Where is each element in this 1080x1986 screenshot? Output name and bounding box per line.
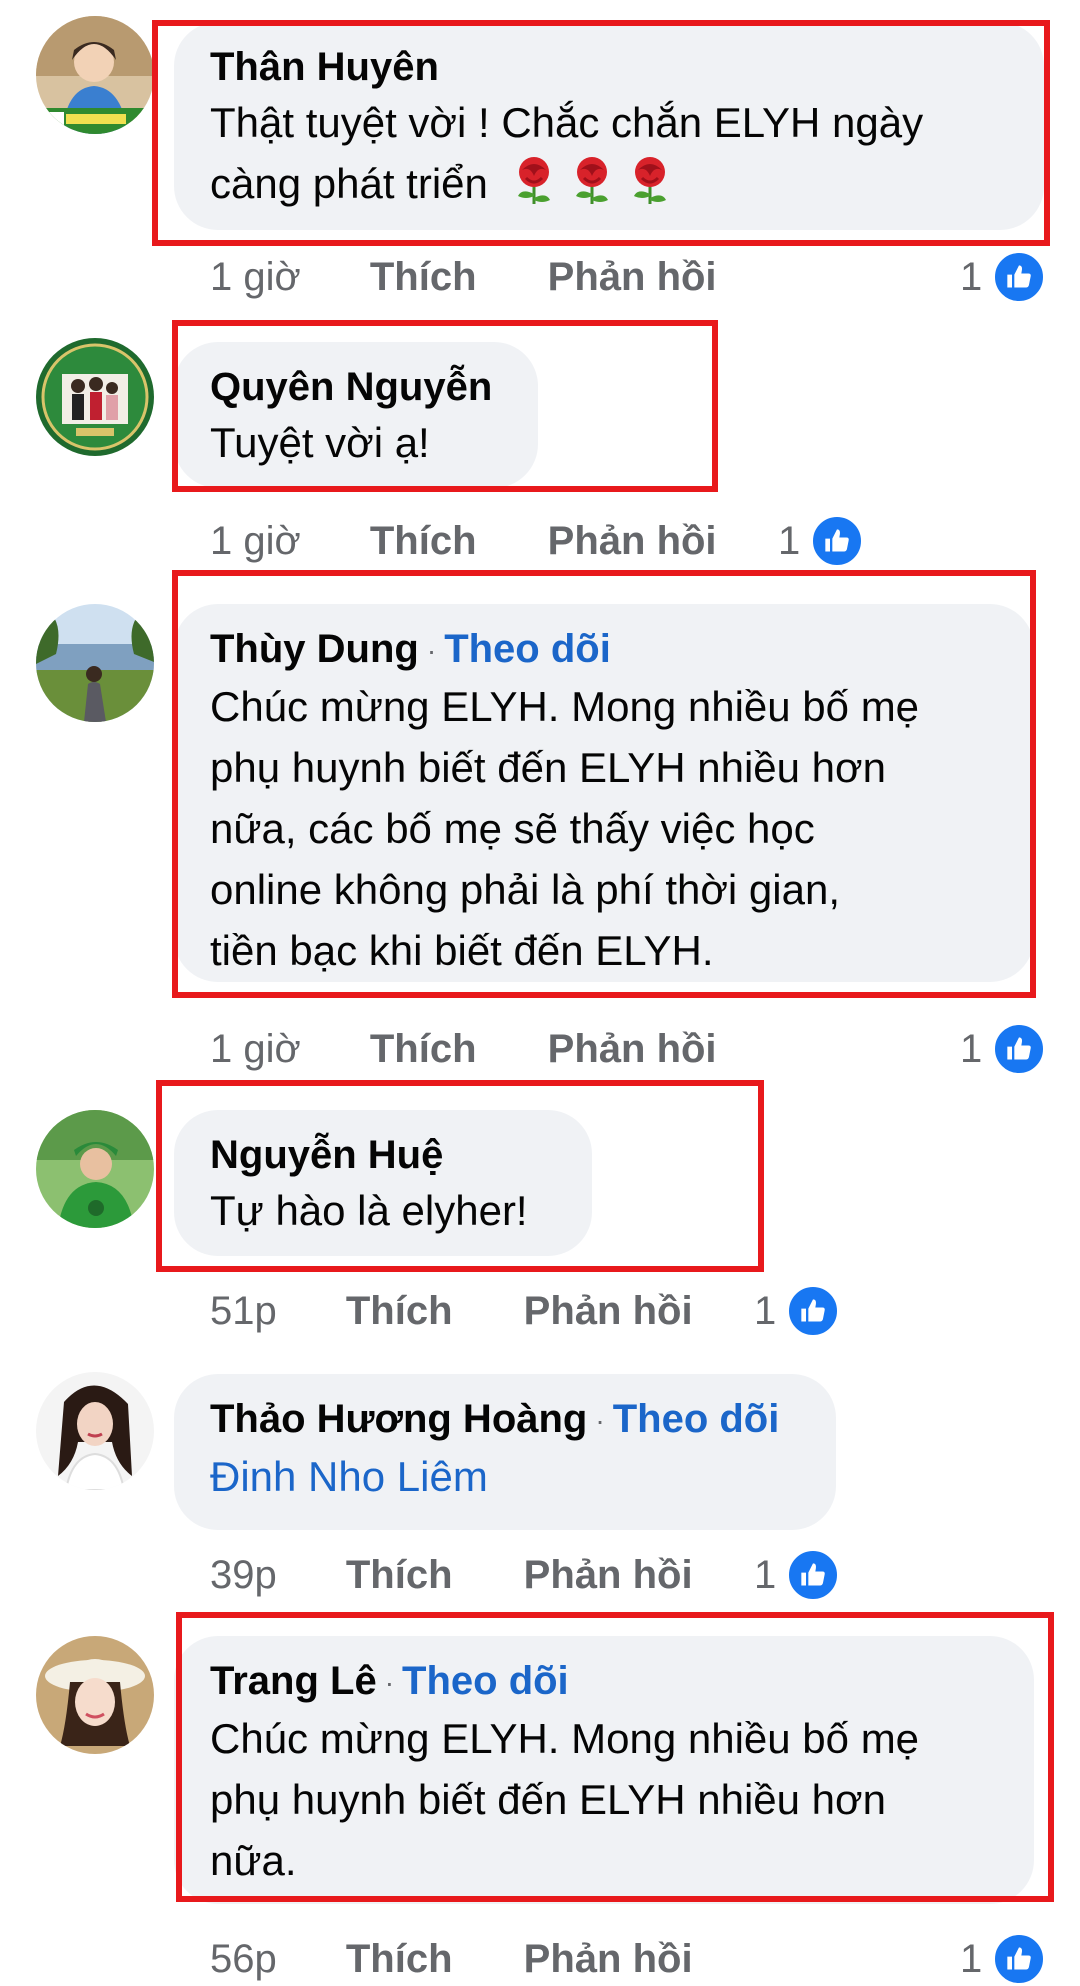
comment-time[interactable]: 1 giờ (210, 252, 301, 302)
comment-author[interactable]: Nguyễn Huệ (210, 1133, 443, 1177)
comment-bubble: Thân Huyên Thật tuyệt vời ! Chắc chắn EL… (174, 22, 1044, 230)
avatar[interactable] (36, 1372, 154, 1490)
separator-dot: · (595, 1405, 605, 1437)
comment-time[interactable]: 51p (210, 1286, 277, 1336)
reaction-summary[interactable]: 1 (754, 1548, 841, 1602)
comment-bubble: Thảo Hương Hoàng · Theo dõi Đinh Nho Liêm (174, 1374, 836, 1530)
like-reaction-icon (810, 514, 865, 568)
reaction-summary[interactable]: 1 (960, 1932, 1047, 1986)
comment-line: Tuyệt vời ạ! (210, 419, 430, 466)
comment-line: nữa, các bố mẹ sẽ thấy việc học (210, 805, 815, 853)
comment-text: Chúc mừng ELYH. Mong nhiều bố mẹ phụ huy… (210, 1708, 998, 1891)
reaction-count: 1 (960, 1937, 983, 1981)
comment-bubble: Trang Lê · Theo dõi Chúc mừng ELYH. Mong n… (174, 1636, 1034, 1904)
reply-button[interactable]: Phản hồi (548, 252, 717, 302)
like-button[interactable]: Thích (346, 1550, 453, 1600)
comment-actions: 56p Thích Phản hồi (210, 1934, 693, 1984)
rose-icon (508, 154, 560, 206)
mention-link[interactable]: Đinh Nho Liêm (210, 1446, 800, 1507)
comment-line: phụ huynh biết đến ELYH nhiều hơn (210, 1776, 886, 1824)
comment-actions: 39p Thích Phản hồi (210, 1550, 693, 1600)
comment-line: online không phải là phí thời gian, (210, 866, 840, 914)
comment-time[interactable]: 1 giờ (210, 1024, 301, 1074)
reaction-summary[interactable]: 1 (960, 250, 1047, 304)
avatar[interactable] (36, 16, 154, 134)
comment-line: Chúc mừng ELYH. Mong nhiều bố mẹ (210, 1715, 920, 1763)
comment-line: càng phát triển (210, 160, 488, 207)
reaction-summary[interactable]: 1 (960, 1022, 1047, 1076)
comment-bubble: Nguyễn Huệ Tự hào là elyher! (174, 1110, 592, 1256)
separator-dot: · (384, 1667, 395, 1699)
comment-text: Thật tuyệt vời ! Chắc chắn ELYH ngày càn… (210, 92, 1008, 214)
comment-time[interactable]: 56p (210, 1934, 277, 1984)
like-button[interactable]: Thích (346, 1286, 453, 1336)
reaction-summary[interactable]: 1 (754, 1284, 841, 1338)
comment-bubble: Quyên Nguyễn Tuyệt vời ạ! (174, 342, 538, 488)
comment-text: Chúc mừng ELYH. Mong nhiều bố mẹ phụ huy… (210, 676, 998, 981)
reply-button[interactable]: Phản hồi (524, 1934, 693, 1984)
comment-line: nữa. (210, 1837, 297, 1885)
reaction-count: 1 (778, 519, 801, 563)
comment-time[interactable]: 39p (210, 1550, 277, 1600)
comment-author[interactable]: Thùy Dung (210, 627, 419, 671)
avatar[interactable] (36, 1636, 154, 1754)
reply-button[interactable]: Phản hồi (524, 1286, 693, 1336)
like-button[interactable]: Thích (346, 1934, 453, 1984)
like-button[interactable]: Thích (370, 1024, 477, 1074)
rose-icon (624, 154, 676, 206)
comment-line: Chúc mừng ELYH. Mong nhiều bố mẹ (210, 683, 920, 731)
separator-dot: · (426, 635, 437, 667)
like-button[interactable]: Thích (370, 516, 477, 566)
comment-author[interactable]: Quyên Nguyễn (210, 365, 492, 409)
comment-line: Thật tuyệt vời ! Chắc chắn ELYH ngày (210, 99, 924, 146)
comment-time[interactable]: 1 giờ (210, 516, 301, 566)
rose-icon (566, 154, 618, 206)
reply-button[interactable]: Phản hồi (548, 1024, 717, 1074)
like-reaction-icon (992, 1932, 1047, 1986)
comment-text: Đinh Nho Liêm (210, 1446, 800, 1507)
follow-link[interactable]: Theo dõi (444, 627, 611, 671)
reaction-count: 1 (754, 1289, 777, 1333)
avatar[interactable] (36, 604, 154, 722)
comment-text: Tự hào là elyher! (210, 1180, 556, 1241)
like-reaction-icon (992, 250, 1047, 304)
comment-bubble: Thùy Dung · Theo dõi Chúc mừng ELYH. Mong … (174, 604, 1034, 982)
comment-author[interactable]: Thảo Hương Hoàng (210, 1397, 587, 1441)
like-reaction-icon (786, 1284, 841, 1338)
comment-line: tiền bạc khi biết đến ELYH. (210, 927, 714, 975)
comment-line: phụ huynh biết đến ELYH nhiều hơn (210, 744, 886, 792)
comment-author[interactable]: Thân Huyên (210, 45, 439, 89)
like-reaction-icon (786, 1548, 841, 1602)
follow-link[interactable]: Theo dõi (402, 1659, 569, 1703)
comment-actions: 51p Thích Phản hồi (210, 1286, 693, 1336)
comment-author[interactable]: Trang Lê (210, 1659, 377, 1703)
comment-text: Tuyệt vời ạ! (210, 412, 502, 473)
comment-actions: 1 giờ Thích Phản hồi (210, 252, 717, 302)
comment-line: Tự hào là elyher! (210, 1187, 528, 1234)
like-reaction-icon (992, 1022, 1047, 1076)
avatar[interactable] (36, 338, 154, 456)
reply-button[interactable]: Phản hồi (524, 1550, 693, 1600)
comment-actions: 1 giờ Thích Phản hồi (210, 516, 717, 566)
avatar[interactable] (36, 1110, 154, 1228)
reply-button[interactable]: Phản hồi (548, 516, 717, 566)
reaction-count: 1 (960, 1027, 983, 1071)
comment-line-with-emoji: càng phát triển (210, 153, 1008, 214)
reaction-count: 1 (754, 1553, 777, 1597)
comment-actions: 1 giờ Thích Phản hồi (210, 1024, 717, 1074)
like-button[interactable]: Thích (370, 252, 477, 302)
follow-link[interactable]: Theo dõi (613, 1397, 780, 1441)
reaction-count: 1 (960, 255, 983, 299)
reaction-summary[interactable]: 1 (778, 514, 865, 568)
